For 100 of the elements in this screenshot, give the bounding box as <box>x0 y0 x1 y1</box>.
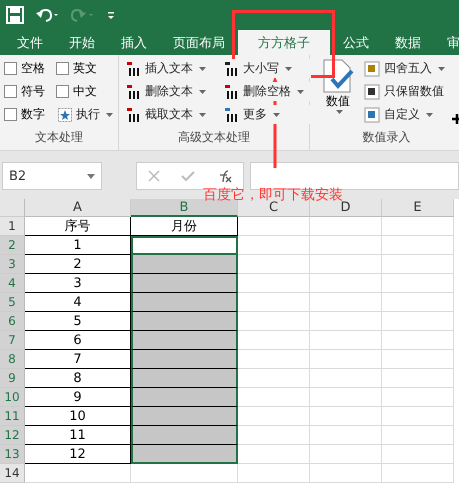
table-cell <box>382 274 454 293</box>
ribbon-tab[interactable]: 文件 <box>4 30 56 55</box>
checkbox[interactable] <box>4 62 17 75</box>
group-label: 文本处理 <box>34 129 84 146</box>
caret-icon <box>426 112 433 116</box>
checkbox-label: 中文 <box>73 83 97 100</box>
enter-icon[interactable] <box>180 170 195 182</box>
table-cell <box>382 217 454 236</box>
command-icon <box>364 60 380 76</box>
column-header[interactable]: A <box>25 199 131 217</box>
caret-icon <box>199 90 206 94</box>
ribbon-tab[interactable]: 数据 <box>382 30 434 55</box>
table-cell <box>310 407 382 426</box>
table-cell <box>238 312 310 331</box>
checkbox[interactable] <box>4 108 17 121</box>
command-icon <box>364 84 380 100</box>
row-header[interactable]: 6 <box>0 312 25 331</box>
ribbon-tab[interactable]: 审 <box>434 30 459 55</box>
ribbon-tab[interactable]: 开始 <box>56 30 108 55</box>
table-cell <box>382 445 454 464</box>
command-icon <box>364 106 380 122</box>
ribbon-command[interactable]: 四舍五入 <box>362 59 447 78</box>
table-cell <box>310 388 382 407</box>
row-header[interactable]: 5 <box>0 293 25 312</box>
caret-icon <box>285 66 292 70</box>
table-cell <box>238 331 310 350</box>
row-header[interactable]: 11 <box>0 407 25 426</box>
row-header[interactable]: 3 <box>0 255 25 274</box>
name-box[interactable]: B2 <box>2 162 102 190</box>
table-cell <box>310 369 382 388</box>
table-cell <box>310 331 382 350</box>
number-button[interactable]: 数值 <box>318 59 358 125</box>
caret-icon <box>438 66 445 70</box>
table-cell: 序号 <box>25 217 131 236</box>
table-cell <box>238 274 310 293</box>
table-cell <box>238 236 310 255</box>
caret-icon <box>199 66 206 70</box>
command-icon <box>223 84 239 100</box>
row-header[interactable]: 14 <box>0 464 25 483</box>
star-icon <box>58 108 72 122</box>
table-cell <box>238 293 310 312</box>
table-cell <box>310 236 382 255</box>
table-cell <box>382 369 454 388</box>
table-cell <box>382 255 454 274</box>
command-icon <box>125 106 141 122</box>
caret-icon <box>336 110 342 114</box>
row-header[interactable]: 7 <box>0 331 25 350</box>
ribbon-tab[interactable]: 插入 <box>108 30 160 55</box>
ribbon-tab[interactable]: 公式 <box>330 30 382 55</box>
table-cell <box>238 388 310 407</box>
ribbon-tab[interactable]: 页面布局 <box>160 30 238 55</box>
table-cell <box>382 464 454 483</box>
row-header[interactable]: 8 <box>0 350 25 369</box>
ribbon-command[interactable]: 自定义 <box>362 105 447 124</box>
checkbox-label: 空格 <box>21 60 45 77</box>
group-label: 数值录入 <box>362 129 412 146</box>
table-cell <box>382 331 454 350</box>
undo-icon[interactable] <box>34 6 60 24</box>
table-cell <box>238 426 310 445</box>
table-cell <box>382 293 454 312</box>
table-cell <box>310 255 382 274</box>
group-label: 高级文本处理 <box>177 129 251 146</box>
caret-icon <box>199 112 206 116</box>
row-header[interactable]: 13 <box>0 445 25 464</box>
table-cell <box>238 350 310 369</box>
cancel-icon[interactable] <box>148 170 160 182</box>
table-cell <box>310 217 382 236</box>
command-icon <box>125 84 141 100</box>
ribbon-command[interactable]: 只保留数值 <box>362 82 447 101</box>
redo-icon[interactable] <box>70 6 96 24</box>
table-cell <box>238 445 310 464</box>
row-header[interactable]: 1 <box>0 217 25 236</box>
table-cell <box>310 350 382 369</box>
checkbox-label: 数字 <box>21 106 45 123</box>
table-cell <box>382 388 454 407</box>
table-cell <box>310 426 382 445</box>
checkbox[interactable] <box>56 62 69 75</box>
row-header[interactable]: 4 <box>0 274 25 293</box>
row-header[interactable]: 2 <box>0 236 25 255</box>
table-cell <box>238 217 310 236</box>
column-header[interactable]: E <box>382 199 454 217</box>
table-cell <box>382 312 454 331</box>
row-header[interactable]: 9 <box>0 369 25 388</box>
caret-icon <box>87 174 95 178</box>
save-icon[interactable] <box>6 6 24 24</box>
run-button[interactable]: 执行 <box>56 105 118 124</box>
caret-icon <box>297 90 304 94</box>
ribbon-tab[interactable]: 方方格子 <box>238 30 330 55</box>
table-cell <box>382 426 454 445</box>
table-cell <box>382 236 454 255</box>
command-icon <box>125 60 141 76</box>
table-cell <box>310 312 382 331</box>
row-header[interactable]: 12 <box>0 426 25 445</box>
checkbox[interactable] <box>56 85 69 98</box>
row-header[interactable]: 10 <box>0 388 25 407</box>
checkbox[interactable] <box>4 85 17 98</box>
table-cell <box>310 464 382 483</box>
document-check-icon <box>322 59 354 93</box>
table-cell <box>238 369 310 388</box>
table-cell <box>310 274 382 293</box>
